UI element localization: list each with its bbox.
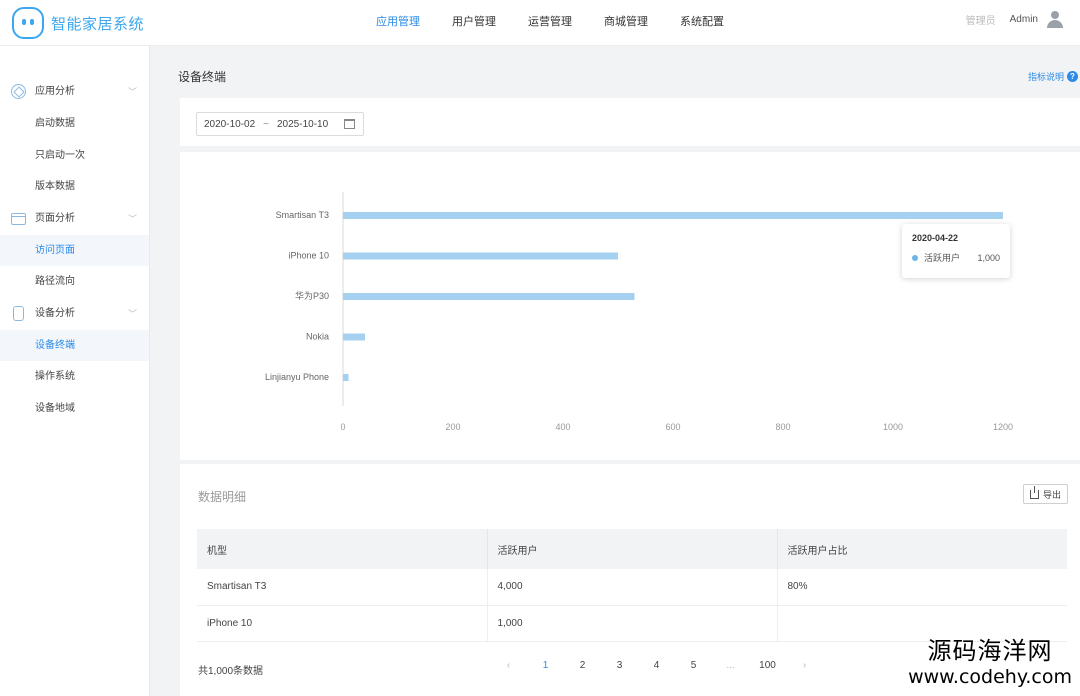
series-dot-icon [912,254,918,261]
nav-app-management[interactable]: 应用管理 [360,0,436,46]
page-title: 设备终端 [178,70,227,84]
date-separator: ~ [263,118,269,130]
chart-card: Smartisan T3 iPhone 10 华为P30 Nokia Linjianyu… [180,152,1080,460]
bar-1[interactable] [343,252,618,260]
column-header-active-users[interactable]: 活跃用户 [487,529,778,569]
app-analysis-icon [11,84,26,99]
page-ellipsis: ... [726,660,735,671]
sidebar-group-label: 页面分析 [35,212,75,224]
column-header-active-ratio[interactable]: 活跃用户占比 [777,529,1067,569]
cell-model: iPhone 10 [197,605,488,642]
filter-card: 2020-10-02 ~ 2025-10-10 [180,98,1080,146]
details-title: 数据明细 [198,490,247,504]
prev-page-icon[interactable]: ‹ [490,660,527,671]
user-name: Admin [1009,13,1038,25]
device-bar-chart: Smartisan T3 iPhone 10 华为P30 Nokia Linjianyu… [265,192,1013,432]
x-tick-label: 1000 [883,422,903,432]
y-tick-label: Smartisan T3 [276,210,329,220]
bar-3[interactable] [343,333,365,341]
page-button[interactable]: 3 [601,660,638,671]
cell-active-users: 1,000 [487,605,778,642]
page-button[interactable]: 5 [675,660,712,671]
details-table: 机型 活跃用户 活跃用户占比 Smartisan T3 4,000 80% iP… [197,529,1067,642]
main-content: 设备终端 指标说明 ? 2020-10-02 ~ 2025-10-10 Smar… [150,46,1080,696]
y-tick-label: 华为P30 [295,290,329,301]
user-avatar-icon[interactable] [1046,10,1064,28]
y-tick-label: Nokia [306,332,329,342]
bar-2[interactable] [343,293,635,300]
export-button[interactable]: 导出 [1022,484,1068,504]
sidebar-item-launch-once[interactable]: 只启动一次 [0,140,149,172]
x-tick-label: 600 [665,422,680,432]
date-start: 2020-10-02 [204,118,256,130]
chevron-down-icon: ﹀ [127,87,137,97]
tooltip-date: 2020-04-22 [912,233,959,243]
app-title: 智能家居系统 [51,15,145,33]
device-analysis-icon [13,305,24,321]
table-header-row: 机型 活跃用户 活跃用户占比 [197,529,1067,569]
help-link-label: 指标说明 [1027,72,1064,82]
table-row: Smartisan T3 4,000 80% [197,569,1067,606]
calendar-icon [344,119,355,129]
page-button[interactable]: 1 [527,660,564,671]
cell-model: Smartisan T3 [197,569,488,606]
sidebar-item-launch-data[interactable]: 启动数据 [0,108,149,140]
x-tick-label: 200 [445,422,460,432]
sidebar-group-app-analysis[interactable]: 应用分析 ﹀ [0,76,149,108]
export-label: 导出 [1042,489,1061,500]
chart-tooltip: 2020-04-22 活跃用户 1,000 [902,224,1010,278]
question-icon: ? [1067,71,1078,82]
sidebar-item-operating-system[interactable]: 操作系统 [0,361,149,393]
page-button[interactable]: 4 [638,660,675,671]
chevron-down-icon: ﹀ [127,308,137,319]
user-menu[interactable]: 管理员 Admin [966,10,1064,28]
watermark-line1: 源码海洋网 [927,637,1053,665]
nav-system-config[interactable]: 系统配置 [664,0,740,46]
bar-4[interactable] [343,374,349,381]
sidebar-item-device-region[interactable]: 设备地域 [0,393,149,425]
tooltip-value: 1,000 [977,252,1000,263]
chevron-down-icon: ﹀ [127,213,137,224]
sidebar-group-label: 应用分析 [35,86,75,97]
bar-0[interactable] [343,212,1003,219]
y-tick-label: Linjianyu Phone [265,372,329,382]
page-button[interactable]: 100 [749,660,786,671]
x-tick-label: 800 [775,422,790,432]
app-logo[interactable]: 智能家居系统 [12,7,144,39]
tooltip-series-name: 活跃用户 [924,253,961,263]
sidebar-group-device-analysis[interactable]: 设备分析 ﹀ [0,298,149,330]
watermark-line2: www.codehy.com [908,666,1072,688]
watermark: 源码海洋网 www.codehy.com [908,631,1072,688]
nav-operations-management[interactable]: 运营管理 [512,0,588,46]
user-role: 管理员 [965,15,996,27]
date-end: 2025-10-10 [277,118,329,130]
sidebar: 应用分析 ﹀ 启动数据 只启动一次 版本数据 页面分析 ﹀ 访问页面 路径流向 … [0,46,150,696]
cell-active-users: 4,000 [487,569,778,606]
top-header: 智能家居系统 应用管理 用户管理 运营管理 商城管理 系统配置 管理员 Admi… [0,0,1080,46]
date-range-picker[interactable]: 2020-10-02 ~ 2025-10-10 [196,112,364,136]
top-nav: 应用管理 用户管理 运营管理 商城管理 系统配置 [360,0,740,46]
x-tick-label: 1200 [993,422,1013,432]
sidebar-group-label: 设备分析 [35,307,75,319]
sidebar-item-path-flow[interactable]: 路径流向 [0,266,149,298]
sidebar-item-visited-pages[interactable]: 访问页面 [0,234,149,266]
nav-user-management[interactable]: 用户管理 [436,0,512,46]
metric-help-link[interactable]: 指标说明 ? [1028,70,1078,83]
export-icon [1029,485,1039,499]
cell-active-ratio: 80% [777,569,1067,606]
sidebar-group-page-analysis[interactable]: 页面分析 ﹀ [0,203,149,235]
nav-mall-management[interactable]: 商城管理 [588,0,664,46]
pagination: ‹ 1 2 3 4 5 ... 100 › [490,660,823,671]
next-page-icon[interactable]: › [786,660,823,671]
y-tick-label: iPhone 10 [288,251,329,261]
x-tick-label: 0 [340,422,345,432]
page-button[interactable]: 2 [564,660,601,671]
sidebar-item-device-terminal[interactable]: 设备终端 [0,329,149,361]
x-tick-label: 400 [555,422,570,432]
column-header-model[interactable]: 机型 [197,529,488,569]
logo-icon [12,7,44,39]
page-analysis-icon [11,212,26,225]
sidebar-item-version-data[interactable]: 版本数据 [0,171,149,203]
total-count: 共1,000条数据 [198,666,264,677]
